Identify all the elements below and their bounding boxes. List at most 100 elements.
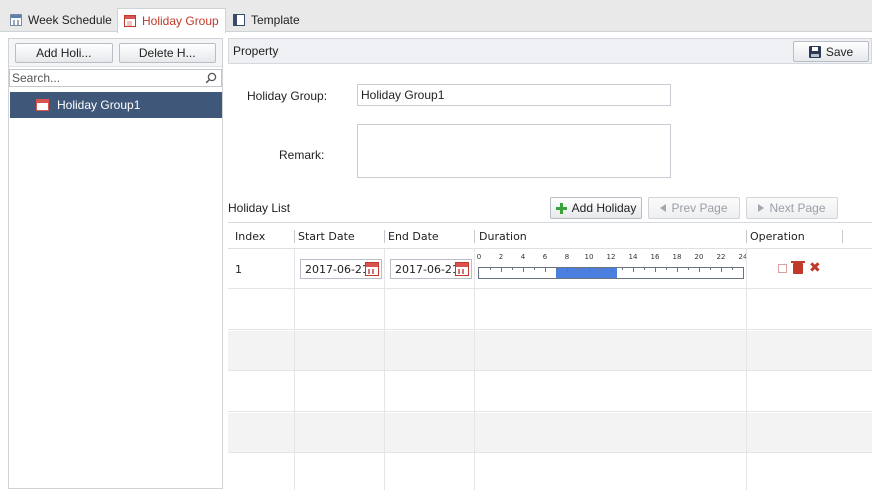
holiday-list-label: Holiday List	[228, 201, 291, 215]
timeline-tick	[721, 268, 722, 272]
timeline-tick	[677, 268, 678, 272]
timeline-hour-label: 6	[542, 253, 548, 261]
table-row	[228, 454, 872, 490]
save-label: Save	[825, 44, 854, 59]
timeline-hour-label: 22	[716, 253, 726, 261]
clear-icon[interactable]: ✖	[809, 261, 821, 275]
save-button[interactable]: Save	[793, 41, 869, 62]
group-toolbar: Add Holi... Delete H...	[9, 39, 222, 67]
tab-template[interactable]: Template	[233, 8, 300, 32]
timeline-hour-label: 10	[584, 253, 594, 261]
timeline-hour-label: 14	[628, 253, 638, 261]
duration-timeline[interactable]: 0 2 4 6 8 10 12 14 16 18 20 22 24	[476, 253, 748, 281]
calendar-icon[interactable]	[455, 262, 469, 276]
column-divider	[294, 249, 295, 490]
timeline-tick	[534, 268, 535, 270]
column-header-start-date: Start Date	[298, 229, 355, 243]
table-row[interactable]: 1 2017-06-21 2017-06-21 0 2 4 6 8 10 12 14 16 18 2…	[228, 249, 872, 289]
timeline-tick	[589, 268, 590, 272]
tab-label: Holiday Group	[142, 14, 219, 28]
timeline-hour-label: 16	[650, 253, 660, 261]
timeline-hour-label: 2	[498, 253, 504, 261]
column-header-index: Index	[235, 229, 266, 243]
next-arrow-icon	[758, 204, 765, 212]
timeline-hour-label: 12	[606, 253, 616, 261]
timeline-tick	[611, 268, 612, 272]
timeline-hour-label: 18	[672, 253, 682, 261]
timeline-tick	[710, 268, 711, 270]
timeline-tick	[567, 268, 568, 272]
edit-icon[interactable]	[778, 263, 787, 273]
holiday-group-label: Holiday Group:	[247, 89, 328, 103]
template-icon	[233, 14, 245, 26]
timeline-tick	[556, 268, 557, 270]
add-holiday-group-button[interactable]: Add Holi...	[15, 42, 113, 63]
search-box	[9, 69, 222, 87]
column-divider	[474, 249, 475, 490]
column-divider	[474, 230, 475, 243]
holiday-group-icon	[36, 99, 49, 111]
timeline-hour-label: 8	[564, 253, 570, 261]
property-header: Property Save	[228, 38, 872, 64]
prev-arrow-icon	[660, 204, 667, 212]
timeline-tick	[545, 268, 546, 272]
tab-label: Week Schedule	[28, 13, 112, 27]
timeline-tick	[523, 268, 524, 272]
column-divider	[746, 230, 747, 243]
calendar-icon[interactable]	[365, 262, 379, 276]
property-title: Property	[233, 44, 279, 58]
column-divider	[294, 230, 295, 243]
timeline-tick	[655, 268, 656, 272]
timeline-tick	[688, 268, 689, 270]
end-date-field[interactable]: 2017-06-21	[390, 259, 472, 279]
start-date-field[interactable]: 2017-06-21	[300, 259, 382, 279]
search-input[interactable]	[10, 71, 200, 85]
timeline-tick	[666, 268, 667, 270]
tab-label: Template	[251, 13, 300, 27]
tab-bar: Week Schedule Holiday Group Template	[0, 0, 872, 33]
column-header-operation: Operation	[750, 229, 805, 243]
timeline-tick	[600, 268, 601, 270]
timeline-hour-label: 0	[476, 253, 482, 261]
duration-fill[interactable]	[556, 268, 617, 278]
holiday-group-list-item[interactable]: Holiday Group1	[10, 92, 222, 118]
plus-icon	[555, 202, 567, 214]
column-divider	[842, 230, 843, 243]
tab-holiday-group[interactable]: Holiday Group	[117, 8, 226, 33]
column-divider	[746, 249, 747, 490]
holiday-group-name: Holiday Group1	[57, 98, 141, 112]
next-page-button[interactable]: Next Page	[746, 197, 838, 219]
remark-field[interactable]	[357, 124, 671, 178]
timeline-bar[interactable]	[478, 267, 744, 279]
start-date-value: 2017-06-21	[305, 262, 369, 276]
add-holiday-label: Add Holiday	[571, 201, 637, 215]
holiday-table: Index Start Date End Date Duration Opera…	[228, 222, 872, 490]
holiday-group-panel: Add Holi... Delete H... Holiday Group1	[8, 38, 223, 489]
timeline-tick	[699, 268, 700, 272]
add-holiday-button[interactable]: Add Holiday	[550, 197, 642, 219]
timeline-tick	[633, 268, 634, 272]
table-row	[228, 290, 872, 330]
delete-icon[interactable]	[791, 260, 805, 274]
column-header-end-date: End Date	[388, 229, 439, 243]
timeline-hour-labels: 0 2 4 6 8 10 12 14 16 18 20 22 24	[476, 253, 748, 263]
prev-page-label: Prev Page	[671, 201, 728, 215]
property-panel: Property Save Holiday Group: Holiday Gro…	[228, 38, 872, 490]
column-header-duration: Duration	[479, 229, 527, 243]
holiday-group-name-field[interactable]: Holiday Group1	[357, 84, 671, 106]
week-schedule-icon	[10, 14, 22, 26]
timeline-tick	[732, 268, 733, 270]
tab-week-schedule[interactable]: Week Schedule	[10, 8, 112, 32]
delete-holiday-group-button[interactable]: Delete H...	[118, 42, 216, 63]
column-divider	[384, 230, 385, 243]
timeline-hour-label: 4	[520, 253, 526, 261]
prev-page-button[interactable]: Prev Page	[648, 197, 740, 219]
timeline-hour-label: 20	[694, 253, 704, 261]
timeline-tick	[512, 268, 513, 270]
timeline-tick	[578, 268, 579, 270]
table-row	[228, 331, 872, 371]
timeline-tick	[490, 268, 491, 270]
timeline-tick	[501, 268, 502, 272]
row-index: 1	[235, 263, 242, 276]
search-icon[interactable]	[205, 72, 217, 84]
